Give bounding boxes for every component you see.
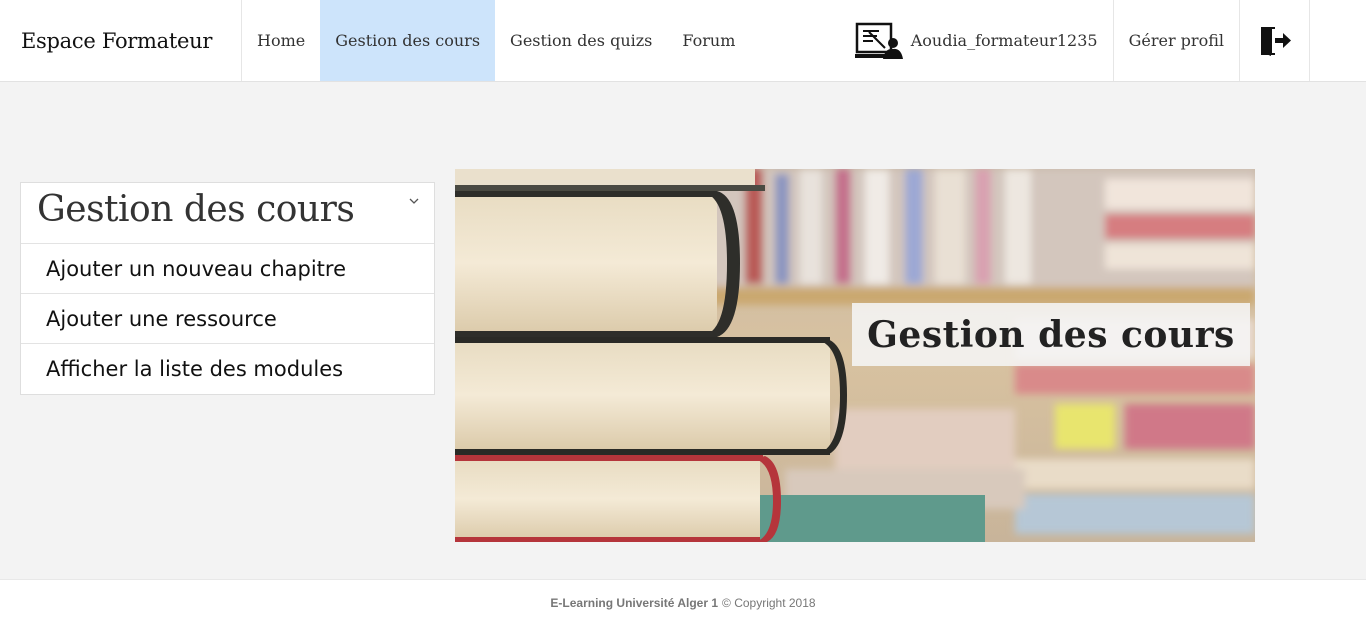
page-footer: E-Learning Université Alger 1 © Copyrigh… [0,579,1366,625]
user-name: Aoudia_formateur1235 [910,31,1098,50]
banner-title: Gestion des cours [852,303,1250,366]
sidebar-item-add-chapter[interactable]: Ajouter un nouveau chapitre [21,244,434,294]
site-brand[interactable]: Espace Formateur [0,0,242,81]
sidebar-item-list-modules[interactable]: Afficher la liste des modules [21,344,434,394]
course-management-sidebar: Gestion des cours Ajouter un nouveau cha… [20,182,435,395]
main-nav: Home Gestion des cours Gestion des quizs… [242,0,750,81]
manage-profile-link[interactable]: Gérer profil [1114,0,1240,81]
top-navbar: Espace Formateur Home Gestion des cours … [0,0,1366,82]
nav-link-gestion-quizs[interactable]: Gestion des quizs [495,0,667,81]
books-banner-image: Gestion des cours [455,169,1255,542]
chevron-down-icon [409,198,419,204]
user-info[interactable]: Aoudia_formateur1235 [831,0,1114,81]
teacher-icon [854,22,903,59]
nav-link-home[interactable]: Home [242,0,320,81]
logout-button[interactable] [1240,0,1310,81]
sidebar-header[interactable]: Gestion des cours [21,183,434,244]
sidebar-item-add-resource[interactable]: Ajouter une ressource [21,294,434,344]
nav-link-forum[interactable]: Forum [667,0,750,81]
sidebar-title: Gestion des cours [37,189,355,230]
nav-link-gestion-cours[interactable]: Gestion des cours [320,0,496,81]
footer-brand: E-Learning Université Alger 1 [550,595,719,610]
footer-copyright: © Copyright 2018 [722,595,816,610]
logout-icon [1260,26,1291,56]
